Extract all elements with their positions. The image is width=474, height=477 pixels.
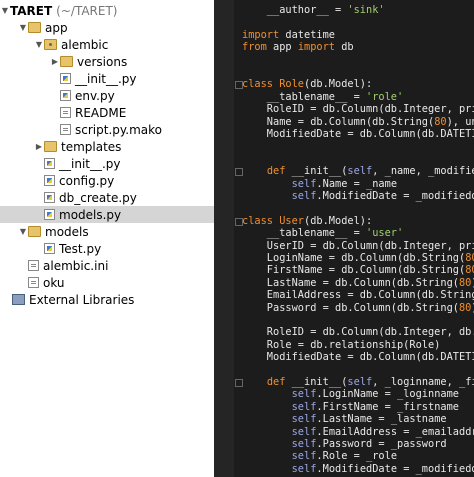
tree-item-label: README <box>75 105 127 120</box>
tree-item-label: app <box>45 20 68 35</box>
text-file-icon <box>28 277 39 288</box>
tree-item-label: models <box>45 224 89 239</box>
code-line: UserID = db.Column(db.Integer, prima <box>242 239 474 252</box>
folder-icon <box>28 22 41 33</box>
code-line: __author__ = 'sink' <box>242 4 385 16</box>
tree-item-label: alembic.ini <box>43 258 109 273</box>
code-line: ModifiedDate = db.Column(db.DATETIME <box>242 128 474 140</box>
code-line: Role = db.relationship(Role) <box>242 338 441 351</box>
chevron-down-icon[interactable]: ▼ <box>34 40 44 49</box>
tree-item[interactable]: oku <box>0 274 214 291</box>
code-line: FirstName = db.Column(db.String(80), <box>242 264 474 277</box>
tree-item-label: versions <box>77 54 128 69</box>
tree-item-label: script.py.mako <box>75 122 162 137</box>
tree-item[interactable]: ▼ app <box>0 19 214 36</box>
tree-item[interactable]: ▼ alembic <box>0 36 214 53</box>
tree-item-label: models.py <box>59 207 122 222</box>
code-line: self.ModifiedDate = _modifieddat <box>291 462 474 475</box>
tree-item[interactable]: ▶ templates <box>0 138 214 155</box>
tree-item[interactable]: ▶ versions <box>0 53 214 70</box>
fold-marker-icon[interactable] <box>235 379 243 387</box>
tree-item[interactable]: __init__.py <box>0 155 214 172</box>
code-line: def __init__(self, _name, _modifiedd <box>266 165 474 178</box>
tree-item[interactable]: env.py <box>0 87 214 104</box>
text-file-icon <box>60 107 71 118</box>
code-line: import datetime <box>242 28 335 41</box>
code-line: from app import db <box>242 41 354 54</box>
tree-item[interactable]: External Libraries <box>0 291 214 308</box>
tree-item-label: db_create.py <box>59 190 137 205</box>
folder-icon <box>44 141 57 152</box>
code-line: LastName = db.Column(db.String(80)) <box>242 276 474 289</box>
folder-icon <box>60 56 73 67</box>
chevron-down-icon[interactable]: ▼ <box>18 23 28 32</box>
tree-item-label: env.py <box>75 88 115 103</box>
chevron-right-icon[interactable]: ▶ <box>34 142 44 151</box>
code-line: LoginName = db.Column(db.String(80), <box>242 252 474 264</box>
code-line: __tablename__ = 'role' <box>242 90 404 103</box>
chevron-right-icon[interactable]: ▶ <box>50 57 60 66</box>
tree-item[interactable]: alembic.ini <box>0 257 214 274</box>
text-file-icon <box>60 124 71 135</box>
tree-item[interactable]: README <box>0 104 214 121</box>
project-tree-panel: ▼ TARET (~/TARET) ▼ app ▼ alembic ▶ versions _… <box>0 0 214 477</box>
chevron-down-icon[interactable]: ▼ <box>0 6 10 15</box>
libraries-icon <box>12 294 25 305</box>
code-line: class User(db.Model): <box>242 214 373 227</box>
code-line: self.Name = _name <box>291 177 398 190</box>
fold-marker-icon[interactable] <box>235 217 243 226</box>
code-line: self.LastName = _lastname <box>291 413 447 426</box>
package-folder-icon <box>44 39 57 50</box>
python-file-icon <box>60 73 71 84</box>
python-file-icon <box>44 209 55 220</box>
tree-item[interactable]: config.py <box>0 172 214 189</box>
tree-item-label: __init__.py <box>75 71 137 86</box>
code-line: self.EmailAddress = _emailaddres <box>291 425 474 438</box>
python-file-icon <box>60 90 71 101</box>
code-line: self.LoginName = _loginname <box>291 388 460 401</box>
fold-marker-icon[interactable] <box>235 168 243 177</box>
code-line: class Role(db.Model): <box>242 78 373 91</box>
python-file-icon <box>44 192 55 203</box>
tree-item-label: oku <box>43 275 65 290</box>
project-root-name: TARET <box>10 3 53 18</box>
code-line: self.ModifiedDate = _modifieddat <box>291 190 474 202</box>
project-root-path: (~/TARET) <box>56 3 118 18</box>
code-line: self.Role = _role <box>291 450 398 463</box>
python-file-icon <box>44 243 55 254</box>
code-line: __tablename__ = 'user' <box>242 227 404 240</box>
tree-item[interactable]: Test.py <box>0 240 214 257</box>
tree-item[interactable]: __init__.py <box>0 70 214 87</box>
text-file-icon <box>28 260 39 271</box>
code-line: self.FirstName = _firstname <box>291 400 460 413</box>
tree-item[interactable]: script.py.mako <box>0 121 214 138</box>
python-file-icon <box>44 175 55 186</box>
tree-item[interactable]: ▼ models <box>0 223 214 240</box>
tree-item-label: config.py <box>59 173 115 188</box>
code-line: def __init__(self, _loginname, _firs <box>266 376 474 388</box>
tree-item[interactable]: models.py <box>0 206 214 223</box>
chevron-down-icon[interactable]: ▼ <box>18 227 28 236</box>
code-editor[interactable]: __author__ = 'sink' import datetime from a… <box>214 0 474 477</box>
tree-item-label: alembic <box>61 37 109 52</box>
python-file-icon <box>44 158 55 169</box>
project-root[interactable]: ▼ TARET (~/TARET) <box>0 2 214 19</box>
code-line: Name = db.Column(db.String(80), uniq <box>242 115 474 128</box>
editor-gutter <box>214 0 234 477</box>
code-line: Password = db.Column(db.String(80), <box>242 301 474 314</box>
code-line: RoleID = db.Column(db.Integer, db.Fo <box>242 326 474 339</box>
code-line: self.Password = _password <box>291 438 447 450</box>
tree-item-label: External Libraries <box>29 292 135 307</box>
fold-marker-icon[interactable] <box>235 81 243 90</box>
tree-item-label: templates <box>61 139 122 154</box>
code-line: RoleID = db.Column(db.Integer, prima <box>242 103 474 116</box>
code-line: ModifiedDate = db.Column(db.DATETIME <box>242 351 474 364</box>
code-line: EmailAddress = db.Column(db.String(8 <box>242 289 474 302</box>
tree-item[interactable]: db_create.py <box>0 189 214 206</box>
tree-item-label: __init__.py <box>59 156 121 171</box>
folder-icon <box>28 226 41 237</box>
tree-item-label: Test.py <box>59 241 102 256</box>
